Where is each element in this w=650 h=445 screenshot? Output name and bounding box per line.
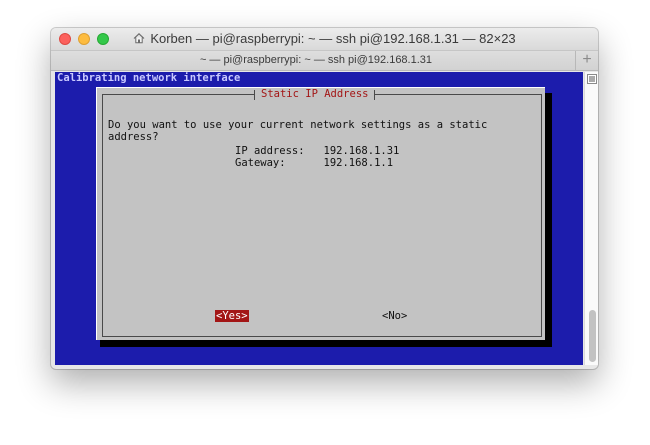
scrollbar[interactable] (584, 72, 598, 365)
terminal-window: Korben — pi@raspberrypi: ~ — ssh pi@192.… (51, 28, 598, 369)
dialog-title: Static IP Address (254, 88, 376, 101)
ip-address-row: IP address: 192.168.1.31 (235, 145, 400, 157)
title-bar[interactable]: Korben — pi@raspberrypi: ~ — ssh pi@192.… (51, 28, 598, 51)
dialog-question-line-2: address? (108, 131, 159, 143)
dialog-question-line-1: Do you want to use your current network … (108, 119, 488, 131)
no-button[interactable]: <No> (382, 310, 407, 322)
tab-bar: ~ — pi@raspberrypi: ~ — ssh pi@192.168.1… (51, 51, 598, 71)
calibrating-header: Calibrating network interface (57, 72, 241, 84)
home-icon (133, 32, 145, 44)
window-title: Korben — pi@raspberrypi: ~ — ssh pi@192.… (150, 31, 516, 46)
terminal-screen[interactable]: Calibrating network interface Static IP … (55, 72, 583, 365)
gateway-row: Gateway: 192.168.1.1 (235, 157, 394, 169)
tab-ssh-session[interactable]: ~ — pi@raspberrypi: ~ — ssh pi@192.168.1… (51, 51, 581, 70)
scrollbar-thumb[interactable] (589, 310, 596, 362)
static-ip-dialog: Static IP Address Do you want to use you… (96, 87, 545, 340)
new-tab-button[interactable]: + (575, 51, 598, 70)
yes-button[interactable]: <Yes> (215, 310, 249, 322)
menu-icon[interactable] (587, 74, 597, 84)
window-title-container: Korben — pi@raspberrypi: ~ — ssh pi@192.… (51, 28, 598, 50)
